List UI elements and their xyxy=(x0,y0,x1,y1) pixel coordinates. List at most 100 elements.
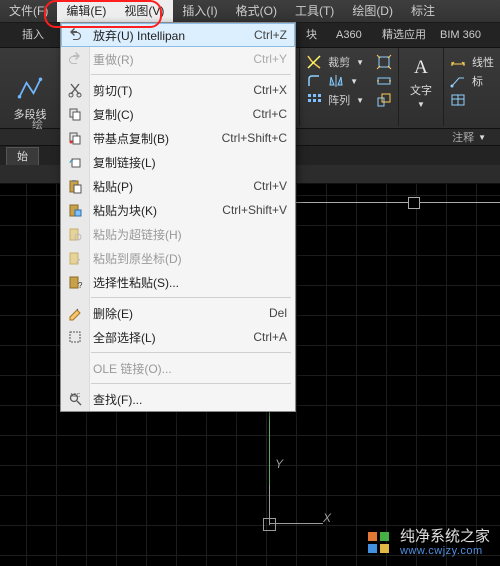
ribbon-tab-apps[interactable]: 精选应用 xyxy=(372,23,436,47)
menu-item-copy[interactable]: 复制(C) Ctrl+C xyxy=(61,102,295,126)
menu-item-label: 删除(E) xyxy=(93,305,269,322)
menu-item-copy-link[interactable]: 复制链接(L) xyxy=(61,150,295,174)
menu-item-label: 粘贴为超链接(H) xyxy=(93,226,287,243)
menu-item-shortcut: Ctrl+Y xyxy=(253,52,287,66)
copy-base-icon xyxy=(66,129,84,147)
menu-insert[interactable]: 插入(I) xyxy=(173,0,226,22)
watermark-title: 纯净系统之家 xyxy=(400,528,490,545)
menu-item-copy-base[interactable]: 带基点复制(B) Ctrl+Shift+C xyxy=(61,126,295,150)
menu-item-label: 复制(C) xyxy=(93,106,253,123)
paste-hyperlink-icon xyxy=(66,225,84,243)
menu-item-shortcut: Ctrl+V xyxy=(253,179,287,193)
polyline-icon[interactable] xyxy=(16,74,44,102)
stretch-icon[interactable] xyxy=(376,73,392,89)
menu-item-cut[interactable]: 剪切(T) Ctrl+X xyxy=(61,78,295,102)
chevron-down-icon[interactable]: ▼ xyxy=(417,100,425,109)
menu-item-label: 粘贴到原坐标(D) xyxy=(93,250,287,267)
ribbon-panel-text: A 文字 ▼ xyxy=(399,48,443,128)
copy-link-icon xyxy=(66,153,84,171)
menu-item-ole-links: OLE 链接(O)... xyxy=(61,356,295,380)
explode-icon[interactable] xyxy=(376,54,392,70)
erase-icon xyxy=(66,304,84,322)
menu-item-label: 全部选择(L) xyxy=(93,329,253,346)
menu-dim[interactable]: 标注 xyxy=(402,0,444,22)
trim-icon[interactable] xyxy=(306,54,322,70)
text-icon[interactable]: A xyxy=(407,52,435,80)
menu-separator xyxy=(91,383,291,384)
watermark: 纯净系统之家 www.cwjzy.com xyxy=(366,528,490,558)
ribbon-tab-a360[interactable]: A360 xyxy=(326,23,372,47)
menu-item-label: 粘贴为块(K) xyxy=(93,202,222,219)
menu-item-label: 复制链接(L) xyxy=(93,154,287,171)
menu-item-label: 查找(F)... xyxy=(93,391,287,408)
svg-text:ABC: ABC xyxy=(70,393,81,399)
menu-item-paste-block[interactable]: 粘贴为块(K) Ctrl+Shift+V xyxy=(61,198,295,222)
paste-block-icon xyxy=(66,201,84,219)
copy-icon xyxy=(66,105,84,123)
redo-icon xyxy=(66,50,84,68)
fillet-icon[interactable] xyxy=(306,73,322,89)
chevron-down-icon[interactable]: ▼ xyxy=(356,58,364,67)
menu-item-paste-hyperlink: 粘贴为超链接(H) xyxy=(61,222,295,246)
menu-tools[interactable]: 工具(T) xyxy=(286,0,343,22)
menu-file[interactable]: 文件(F) xyxy=(0,0,57,22)
paste-orig-icon xyxy=(66,249,84,267)
menu-format[interactable]: 格式(O) xyxy=(227,0,286,22)
panel-label-annotation: 注释 xyxy=(452,129,474,145)
menu-item-erase[interactable]: 删除(E) Del xyxy=(61,301,295,325)
menu-item-undo[interactable]: 放弃(U) Intellipan Ctrl+Z xyxy=(61,23,295,47)
menu-item-paste-special[interactable]: ? 选择性粘贴(S)... xyxy=(61,270,295,294)
leader-label: 标 xyxy=(472,73,483,89)
doc-tab-start[interactable]: 始 xyxy=(6,147,39,166)
svg-text:A: A xyxy=(414,57,428,78)
menu-item-label: OLE 链接(O)... xyxy=(93,360,287,377)
svg-text:?: ? xyxy=(78,281,83,290)
menu-item-paste-orig: 粘贴到原坐标(D) xyxy=(61,246,295,270)
ribbon-tab-insert[interactable]: 插入 xyxy=(12,23,54,47)
cut-icon xyxy=(66,81,84,99)
menu-item-label: 粘贴(P) xyxy=(93,178,253,195)
menu-item-shortcut: Ctrl+Shift+C xyxy=(222,131,287,145)
chevron-down-icon[interactable]: ▼ xyxy=(356,96,364,105)
menu-item-label: 放弃(U) Intellipan xyxy=(93,27,254,44)
edit-menu-dropdown: 放弃(U) Intellipan Ctrl+Z 重做(R) Ctrl+Y 剪切(… xyxy=(60,22,296,412)
watermark-url: www.cwjzy.com xyxy=(400,545,490,558)
menu-draw[interactable]: 绘图(D) xyxy=(343,0,402,22)
menu-item-shortcut: Ctrl+Shift+V xyxy=(222,203,287,217)
menubar: 文件(F) 编辑(E) 视图(V) 插入(I) 格式(O) 工具(T) 绘图(D… xyxy=(0,0,500,23)
menu-separator xyxy=(91,74,291,75)
mirror-icon[interactable] xyxy=(328,73,344,89)
table-icon[interactable] xyxy=(450,92,466,108)
array-icon[interactable] xyxy=(306,92,322,108)
menu-item-label: 重做(R) xyxy=(93,51,253,68)
leader-icon[interactable] xyxy=(450,73,466,89)
paste-special-icon: ? xyxy=(66,273,84,291)
menu-edit[interactable]: 编辑(E) xyxy=(57,0,115,22)
chevron-down-icon[interactable]: ▼ xyxy=(350,77,358,86)
menu-item-label: 带基点复制(B) xyxy=(93,130,222,147)
ucs-x-axis xyxy=(269,523,323,524)
menu-item-shortcut: Ctrl+Z xyxy=(254,28,287,42)
menu-item-find[interactable]: ABC 查找(F)... xyxy=(61,387,295,411)
chevron-down-icon[interactable]: ▼ xyxy=(478,133,486,142)
blank-icon xyxy=(66,359,84,377)
ribbon-tab-blocks[interactable]: 块 xyxy=(296,23,327,47)
menu-item-select-all[interactable]: 全部选择(L) Ctrl+A xyxy=(61,325,295,349)
watermark-logo-icon xyxy=(366,530,392,556)
ribbon-tab-bim[interactable]: BIM 360 xyxy=(430,23,491,47)
scale-icon[interactable] xyxy=(376,92,392,108)
linear-dim-icon[interactable] xyxy=(450,54,466,70)
undo-icon xyxy=(66,26,84,44)
array-label: 阵列 xyxy=(328,92,350,108)
ribbon-panel-draw: 多段线 xyxy=(0,48,60,128)
menu-item-shortcut: Ctrl+C xyxy=(253,107,287,121)
linear-dim-label: 线性 xyxy=(472,54,494,70)
find-icon: ABC xyxy=(66,390,84,408)
menu-item-label: 剪切(T) xyxy=(93,82,253,99)
menu-item-shortcut: Ctrl+A xyxy=(253,330,287,344)
menu-view[interactable]: 视图(V) xyxy=(115,0,173,22)
menu-item-paste[interactable]: 粘贴(P) Ctrl+V xyxy=(61,174,295,198)
select-all-icon xyxy=(66,328,84,346)
panel-label-draw: 绘 xyxy=(32,116,43,132)
menu-item-shortcut: Ctrl+X xyxy=(253,83,287,97)
